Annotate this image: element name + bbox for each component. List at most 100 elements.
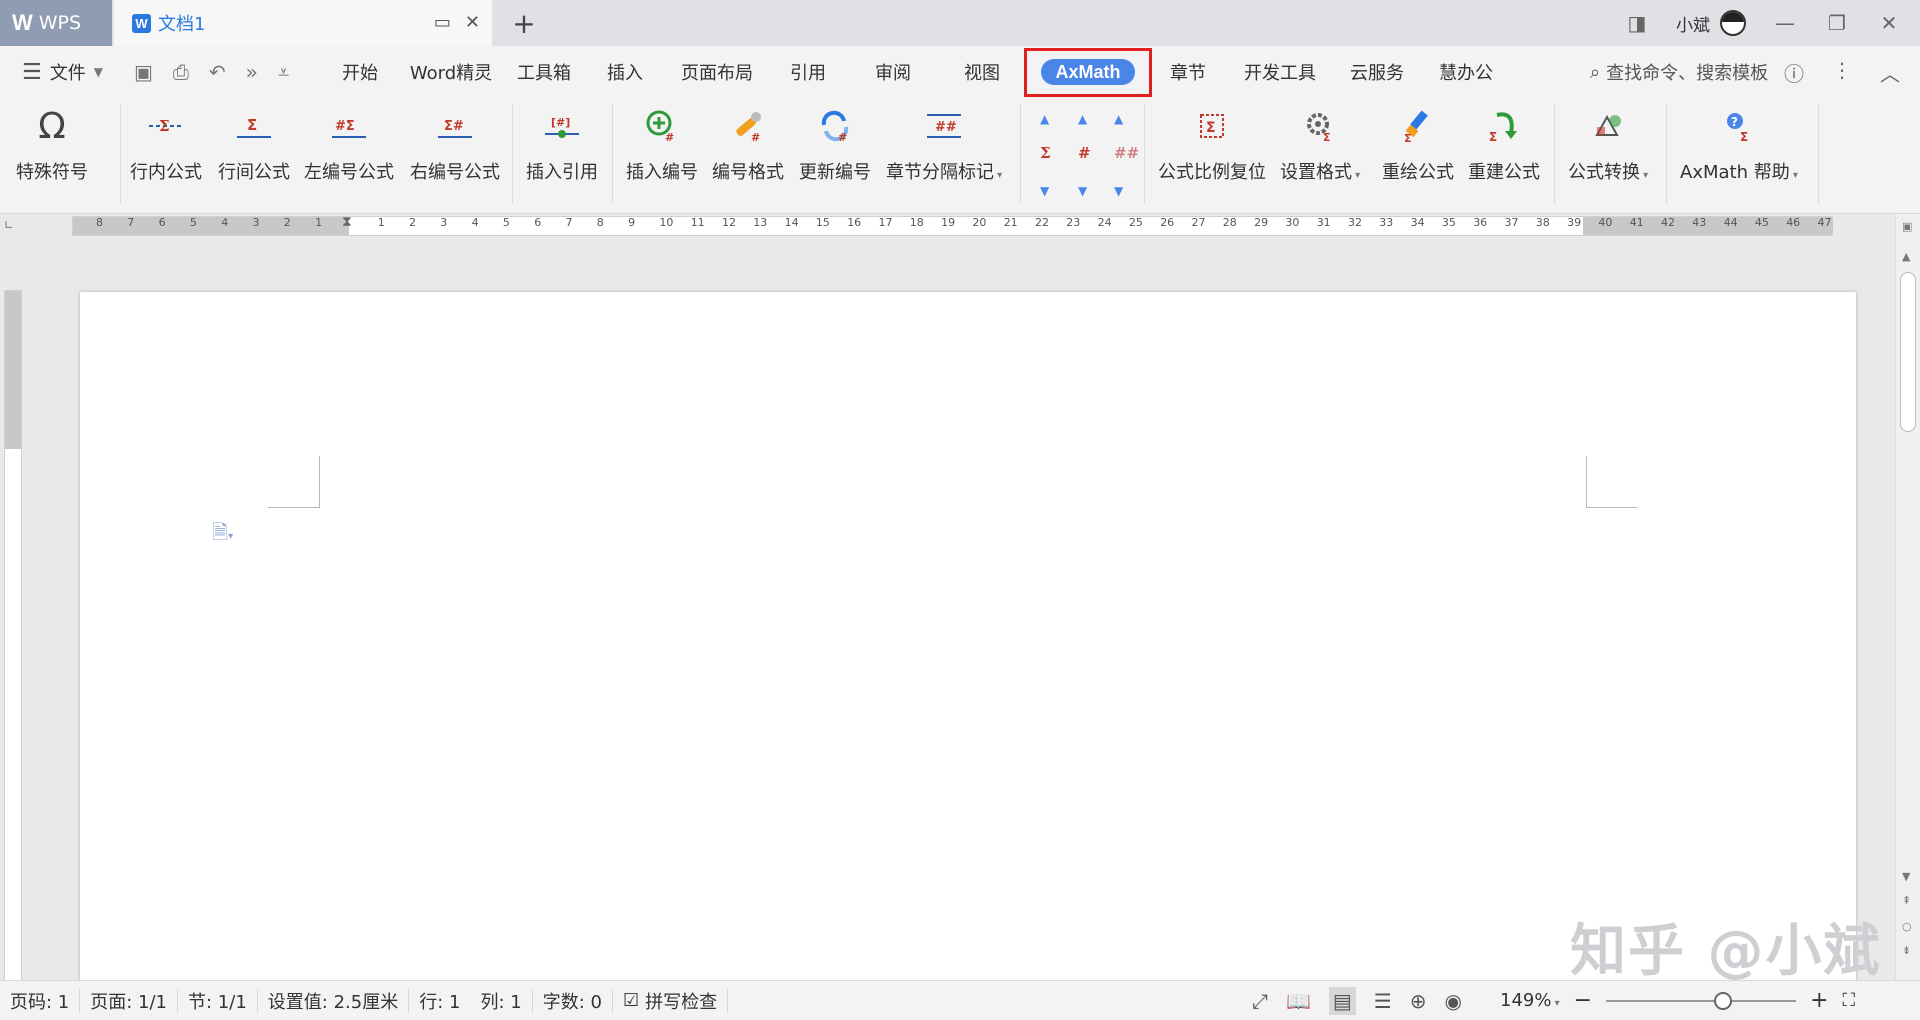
chapter-mark-button[interactable]: ## 章节分隔标记 ▾ — [886, 106, 1002, 184]
inline-formula-button[interactable]: Σ 行内公式 — [130, 106, 202, 184]
rebuild-formula-button[interactable]: Σ 重建公式 — [1468, 106, 1540, 184]
help-sigma-icon: ? Σ — [1722, 106, 1756, 146]
ruler-tick-label: 38 — [1535, 216, 1550, 229]
select-browse-icon[interactable]: ○ — [1902, 920, 1912, 933]
scale-reset-button[interactable]: Σ 公式比例复位 — [1158, 106, 1266, 184]
more-icon[interactable]: » — [246, 60, 258, 84]
status-page-number[interactable]: 页码: 1 — [0, 988, 81, 1013]
scroll-up-icon[interactable]: ▲ — [1902, 250, 1910, 263]
special-symbol-button[interactable]: Ω 特殊符号 — [16, 106, 88, 184]
prev-page-icon[interactable]: ⇞ — [1902, 894, 1911, 907]
zoom-level[interactable]: 149% ▾ — [1500, 990, 1560, 1011]
special-symbol-label: 特殊符号 — [16, 162, 88, 183]
page-view-icon[interactable]: ▤ — [1328, 986, 1356, 1015]
tab-references[interactable]: 引用 — [766, 59, 850, 85]
undo-icon[interactable]: ↶ — [209, 60, 226, 84]
scale-reset-icon: Σ — [1195, 106, 1229, 146]
document-tab[interactable]: W 文档1 ▭ ✕ — [114, 0, 492, 46]
close-tab-icon[interactable]: ✕ — [465, 12, 480, 33]
restore-icon[interactable]: ❐ — [1824, 11, 1850, 35]
tab-office[interactable]: 慧办公 — [1422, 59, 1510, 85]
ribbon-separator — [512, 104, 513, 204]
save-icon[interactable]: ▣ — [134, 60, 153, 84]
status-section[interactable]: 节: 1/1 — [178, 988, 258, 1013]
next-page-icon[interactable]: ⇟ — [1902, 944, 1911, 957]
zoom-in-icon[interactable]: + — [1810, 988, 1828, 1013]
status-words[interactable]: 字数: 0 — [533, 988, 613, 1013]
move-up-icon[interactable]: ▲ — [1114, 112, 1123, 126]
ruler-toggle-icon[interactable]: ▣ — [1902, 220, 1912, 233]
tab-chapter[interactable]: 章节 — [1148, 59, 1228, 85]
tab-developer[interactable]: 开发工具 — [1228, 59, 1332, 85]
status-pages[interactable]: 页面: 1/1 — [80, 988, 179, 1013]
help-icon[interactable]: ⓘ — [1784, 58, 1804, 87]
svg-text:##: ## — [935, 120, 957, 135]
formula-convert-button[interactable]: 公式转换 ▾ — [1568, 106, 1648, 184]
tab-cloud[interactable]: 云服务 — [1332, 59, 1422, 85]
move-up-icon[interactable]: ▲ — [1078, 112, 1087, 126]
hash-light-icon[interactable]: ## — [1114, 144, 1139, 162]
redraw-formula-button[interactable]: Σ 重绘公式 — [1382, 106, 1454, 184]
ribbon-separator — [120, 104, 121, 204]
insert-number-button[interactable]: # 插入编号 — [626, 106, 698, 184]
ruler-tick-label: 14 — [784, 216, 799, 229]
reading-view-icon[interactable]: 📖 — [1286, 989, 1311, 1013]
move-down-icon[interactable]: ▼ — [1114, 184, 1123, 198]
customize-icon[interactable]: ⩡ — [278, 60, 289, 84]
zoom-slider-knob[interactable] — [1714, 991, 1733, 1010]
ruler-tick-label: 21 — [1003, 216, 1018, 229]
fit-window-icon[interactable]: ⛶ — [1843, 990, 1856, 1011]
tab-axmath[interactable]: AxMath — [1024, 47, 1152, 97]
wps-home-tab[interactable]: W WPS — [0, 0, 112, 46]
avatar — [1720, 10, 1746, 36]
user-account[interactable]: 小斌 — [1676, 10, 1746, 36]
fullscreen-icon[interactable]: ⤢ — [1252, 989, 1268, 1013]
tab-view[interactable]: 视图 — [936, 59, 1028, 85]
display-formula-button[interactable]: Σ 行间公式 — [218, 106, 290, 184]
move-down-icon[interactable]: ▼ — [1078, 184, 1087, 198]
outline-view-icon[interactable]: ☰ — [1374, 989, 1392, 1013]
insert-reference-button[interactable]: [#] 插入引用 — [526, 106, 598, 184]
tab-insert[interactable]: 插入 — [582, 59, 668, 85]
axmath-help-button[interactable]: ? Σ AxMath 帮助 ▾ — [1680, 106, 1798, 184]
tab-stop-icon[interactable]: ∟ — [4, 218, 14, 232]
scroll-down-icon[interactable]: ▼ — [1902, 870, 1910, 883]
set-format-button[interactable]: Σ 设置格式 ▾ — [1280, 106, 1360, 184]
left-numbered-formula-button[interactable]: #Σ 左编号公式 — [304, 106, 394, 184]
scroll-thumb[interactable] — [1900, 272, 1916, 432]
vertical-scrollbar[interactable]: ▣ ▲ ▼ ⇞ ○ ⇟ — [1895, 214, 1920, 980]
new-tab-button[interactable]: + — [508, 7, 540, 40]
hash-icon[interactable]: # — [1078, 144, 1091, 162]
move-down-icon[interactable]: ▼ — [1040, 184, 1049, 198]
right-numbered-formula-button[interactable]: Σ# 右编号公式 — [410, 106, 500, 184]
zoom-slider[interactable] — [1606, 991, 1797, 1010]
zoom-out-icon[interactable]: − — [1574, 988, 1592, 1013]
web-view-icon[interactable]: ⊕ — [1410, 989, 1427, 1013]
document-page[interactable]: 🗎▾ — [80, 292, 1856, 980]
display-formula-label: 行间公式 — [218, 162, 290, 183]
more-options-icon[interactable]: ⋮ — [1832, 58, 1852, 87]
status-setting[interactable]: 设置值: 2.5厘米 — [258, 988, 410, 1013]
move-up-icon[interactable]: ▲ — [1040, 112, 1049, 126]
tab-word-wizard[interactable]: Word精灵 — [396, 59, 506, 85]
paste-options-icon[interactable]: 🗎▾ — [212, 518, 233, 552]
tab-toolbox[interactable]: 工具箱 — [506, 59, 582, 85]
tab-page-layout[interactable]: 页面布局 — [668, 59, 766, 85]
collapse-ribbon-icon[interactable]: ︿ — [1880, 58, 1900, 87]
print-icon[interactable]: ⎙ — [173, 60, 189, 84]
close-window-icon[interactable]: ✕ — [1876, 11, 1902, 35]
spell-check-button[interactable]: ☑ 拼写检查 — [613, 988, 729, 1013]
number-format-button[interactable]: # 编号格式 — [712, 106, 784, 184]
pin-window-icon[interactable]: ▭ — [434, 12, 451, 33]
sigma-icon[interactable]: Σ — [1040, 144, 1051, 162]
indent-marker-icon[interactable]: ⧗ — [342, 214, 352, 230]
file-menu[interactable]: ☰ 文件 ▼ — [0, 59, 122, 85]
update-number-button[interactable]: # 更新编号 — [799, 106, 871, 184]
panel-toggle-icon[interactable]: ◨ — [1624, 11, 1650, 35]
command-search[interactable]: ⌕ 查找命令、搜索模板 — [1590, 59, 1768, 85]
eye-protection-icon[interactable]: ◉ — [1445, 989, 1462, 1013]
wrench-icon: # — [731, 106, 765, 146]
tab-review[interactable]: 审阅 — [850, 59, 936, 85]
minimize-icon[interactable]: — — [1772, 11, 1798, 35]
tab-home[interactable]: 开始 — [324, 59, 396, 85]
